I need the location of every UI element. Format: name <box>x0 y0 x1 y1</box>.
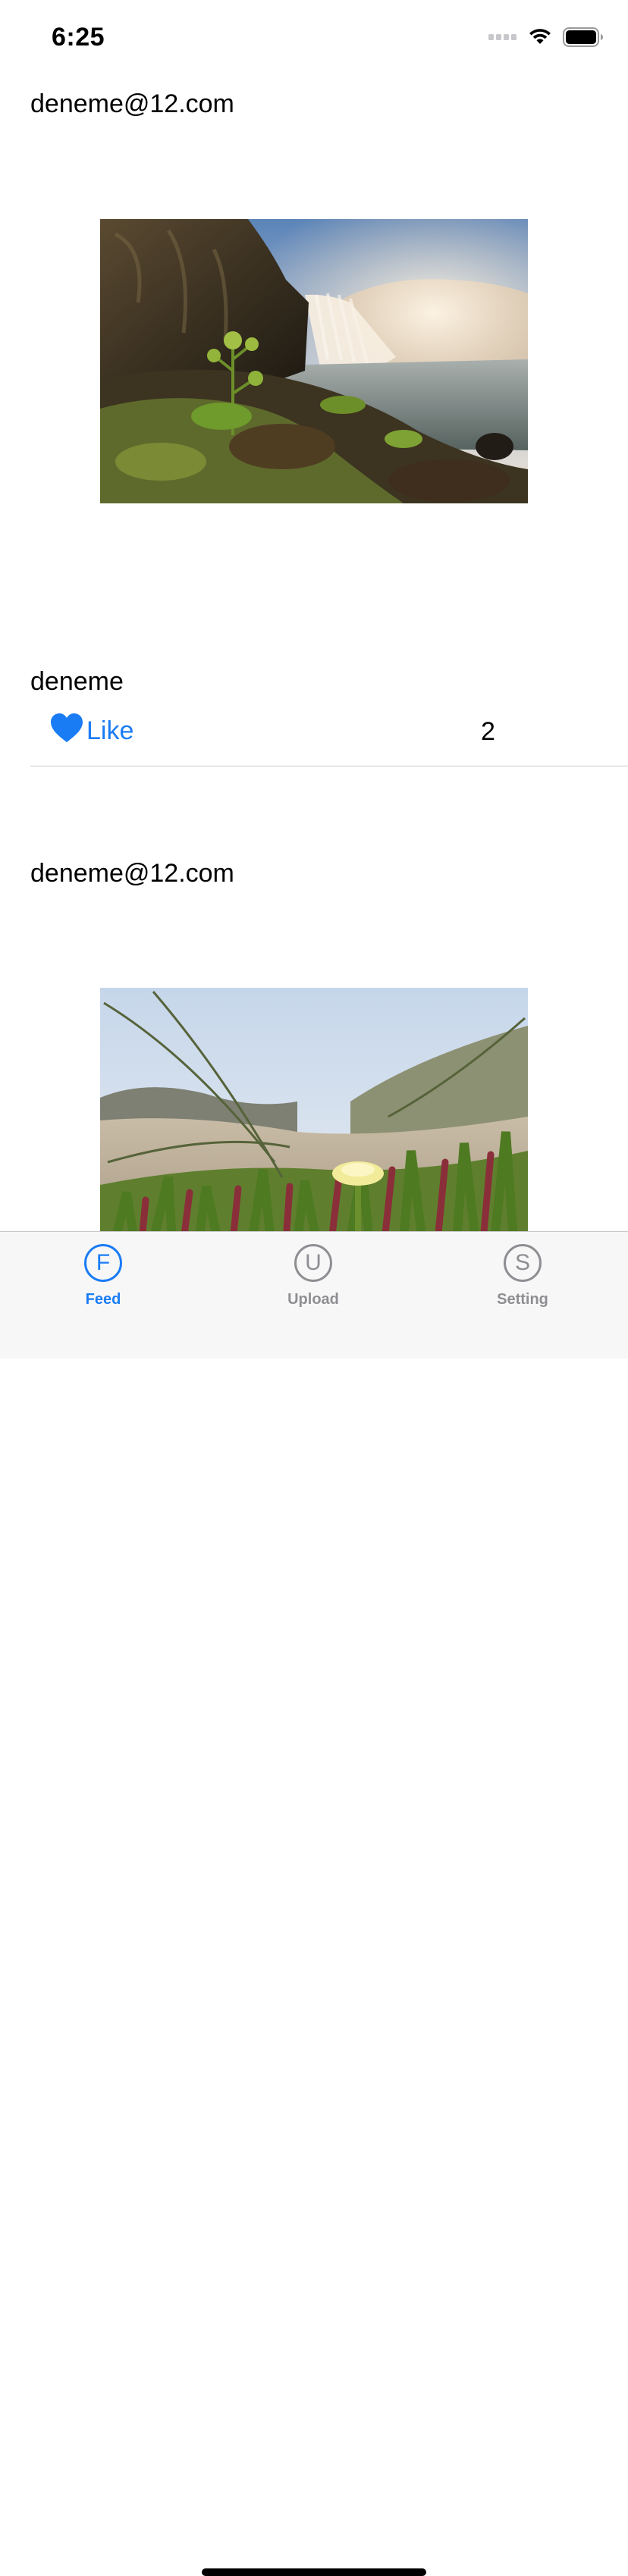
feed-tab-icon: F <box>84 1244 122 1282</box>
heart-icon <box>50 713 83 750</box>
tab-label: Setting <box>497 1291 548 1308</box>
feed-post: deneme@12.com <box>0 766 628 1231</box>
feed-post: deneme@12.com <box>0 76 628 766</box>
post-author-email: deneme@12.com <box>30 859 234 888</box>
flower-photo <box>100 988 528 1231</box>
tab-bar: F Feed U Upload S Setting <box>0 1231 628 2576</box>
status-time: 6:25 <box>52 23 105 52</box>
setting-tab-icon: S <box>504 1244 542 1282</box>
status-icons <box>488 27 604 50</box>
post-caption: deneme <box>30 667 124 696</box>
battery-icon <box>563 27 604 51</box>
tab-label: Upload <box>287 1291 339 1308</box>
tab-setting[interactable]: S Setting <box>462 1244 583 1320</box>
upload-tab-icon: U <box>294 1244 332 1282</box>
like-count: 2 <box>481 717 495 746</box>
home-indicator[interactable] <box>202 2568 426 2576</box>
feed-list[interactable]: deneme@12.com deneme Like 2 deneme@12.co… <box>0 76 628 1231</box>
like-button[interactable]: Like <box>50 713 134 750</box>
tab-upload[interactable]: U Upload <box>253 1244 374 1320</box>
status-bar: 6:25 <box>0 0 628 76</box>
like-label: Like <box>86 716 134 745</box>
tab-label: Feed <box>85 1291 121 1308</box>
post-author-email: deneme@12.com <box>30 89 234 118</box>
waterfall-photo <box>100 219 528 503</box>
signal-icon <box>488 32 517 45</box>
tab-feed[interactable]: F Feed <box>42 1244 164 1320</box>
wifi-icon <box>528 28 552 50</box>
